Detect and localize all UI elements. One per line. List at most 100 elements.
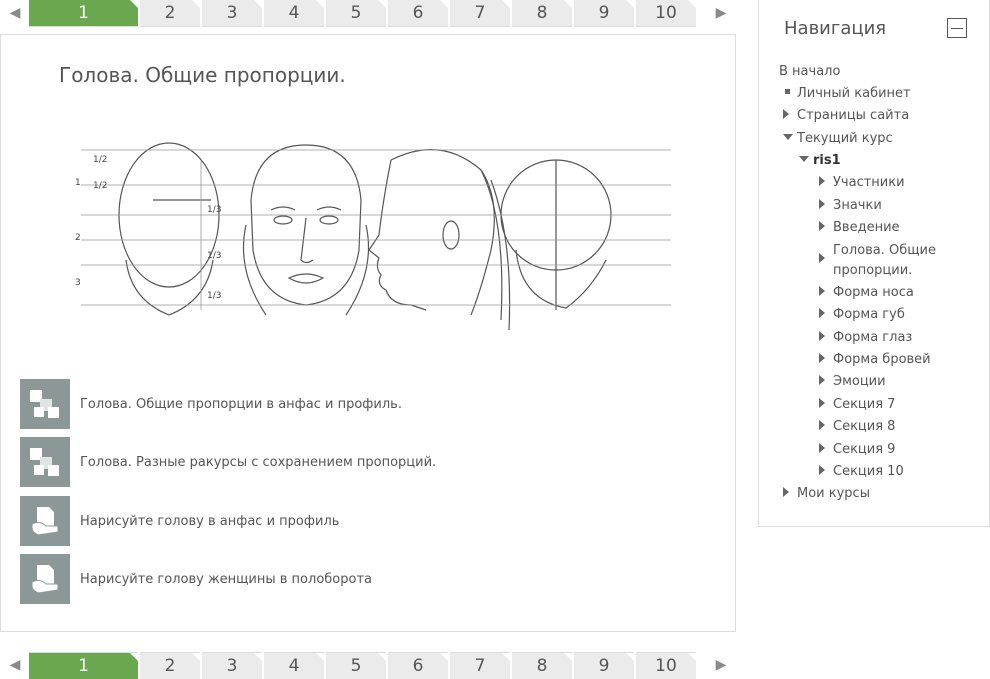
activity-link[interactable]: Голова. Общие пропорции в анфас и профил… bbox=[80, 397, 402, 412]
nav-item-current-course[interactable]: Текущий курс bbox=[783, 128, 893, 150]
nav-item-label[interactable]: Секция 10 bbox=[833, 461, 904, 483]
page-title: Голова. Общие пропорции. bbox=[59, 63, 346, 87]
nav-item-label[interactable]: Секция 7 bbox=[833, 394, 895, 416]
tab-section-6[interactable]: 6 bbox=[388, 0, 448, 27]
tab-section-4[interactable]: 4 bbox=[264, 652, 324, 679]
expand-arrow-icon[interactable] bbox=[819, 199, 825, 209]
nav-item-label[interactable]: Текущий курс bbox=[797, 128, 893, 150]
activity-item[interactable]: Голова. Общие пропорции в анфас и профил… bbox=[20, 379, 402, 429]
nav-item-course-ris1[interactable]: ris1 bbox=[799, 150, 841, 172]
nav-item-section-7[interactable]: Секция 7 bbox=[819, 394, 895, 416]
nav-item-section-8[interactable]: Секция 8 bbox=[819, 416, 895, 438]
collapse-block-icon[interactable] bbox=[947, 18, 967, 38]
nav-item-head-proportions[interactable]: Голова. Общие пропорции. bbox=[819, 241, 953, 281]
nav-item-my-courses[interactable]: Мои курсы bbox=[783, 483, 870, 505]
expand-arrow-icon[interactable] bbox=[819, 353, 825, 363]
tab-section-7[interactable]: 7 bbox=[450, 0, 510, 27]
expand-arrow-icon[interactable] bbox=[819, 176, 825, 186]
expand-arrow-icon[interactable] bbox=[819, 308, 825, 318]
activity-item[interactable]: Нарисуйте голову женщины в полоборота bbox=[20, 554, 372, 604]
activity-item[interactable]: Нарисуйте голову в анфас и профиль bbox=[20, 496, 339, 546]
nav-item-label[interactable]: ris1 bbox=[813, 150, 841, 172]
expand-arrow-icon[interactable] bbox=[819, 420, 825, 430]
expand-arrow-icon[interactable] bbox=[819, 465, 825, 475]
tab-row: 1 2 3 4 5 6 7 8 9 10 bbox=[29, 0, 698, 27]
expand-arrow-icon[interactable] bbox=[819, 286, 825, 296]
nav-item-emotions[interactable]: Эмоции bbox=[819, 371, 886, 393]
nav-item-label[interactable]: Форма губ bbox=[833, 304, 905, 326]
collapse-arrow-icon[interactable] bbox=[799, 156, 809, 162]
nav-item-label[interactable]: Страницы сайта bbox=[797, 105, 909, 127]
activity-link[interactable]: Нарисуйте голову женщины в полоборота bbox=[80, 572, 372, 587]
square-bullet-icon bbox=[785, 89, 790, 94]
section-content: Голова. Общие пропорции. 1/2 1/2 1 2 3 1… bbox=[0, 34, 736, 632]
nav-item-label[interactable]: Эмоции bbox=[833, 371, 886, 393]
collapse-arrow-icon[interactable] bbox=[783, 134, 793, 140]
nav-item-label[interactable]: Введение bbox=[833, 217, 900, 239]
tab-section-4[interactable]: 4 bbox=[264, 0, 324, 27]
nav-home[interactable]: В начало bbox=[779, 61, 840, 83]
nav-item-label[interactable]: Участники bbox=[833, 172, 905, 194]
tab-section-10[interactable]: 10 bbox=[636, 0, 696, 27]
tab-section-1[interactable]: 1 bbox=[29, 652, 138, 679]
activity-link[interactable]: Нарисуйте голову в анфас и профиль bbox=[80, 514, 339, 529]
nav-item-dashboard[interactable]: Личный кабинет bbox=[783, 83, 911, 105]
tab-section-3[interactable]: 3 bbox=[202, 0, 262, 27]
tab-section-1[interactable]: 1 bbox=[29, 0, 138, 27]
nav-item-label[interactable]: Форма носа bbox=[833, 282, 914, 304]
nav-item-label[interactable]: Секция 8 bbox=[833, 416, 895, 438]
nav-item-label[interactable]: Форма бровей bbox=[833, 349, 931, 371]
nav-item-participants[interactable]: Участники bbox=[819, 172, 905, 194]
next-section-arrow-icon[interactable]: ▶ bbox=[710, 652, 732, 678]
nav-item-badges[interactable]: Значки bbox=[819, 195, 882, 217]
nav-item-label[interactable]: Голова. Общие пропорции. bbox=[833, 241, 953, 281]
nav-item-site-pages[interactable]: Страницы сайта bbox=[783, 105, 909, 127]
tab-section-10[interactable]: 10 bbox=[636, 652, 696, 679]
nav-item-lips-shape[interactable]: Форма губ bbox=[819, 304, 905, 326]
expand-arrow-icon[interactable] bbox=[819, 398, 825, 408]
expand-arrow-icon[interactable] bbox=[783, 487, 789, 497]
nav-home-label[interactable]: В начало bbox=[779, 61, 840, 83]
activity-link[interactable]: Голова. Разные ракурсы с сохранением про… bbox=[80, 455, 436, 470]
nav-item-section-9[interactable]: Секция 9 bbox=[819, 439, 895, 461]
expand-arrow-icon[interactable] bbox=[819, 221, 825, 231]
navigation-block: Навигация В начало Личный кабинет Страни… bbox=[758, 0, 990, 527]
tab-section-2[interactable]: 2 bbox=[140, 652, 200, 679]
nav-item-label[interactable]: Мои курсы bbox=[797, 483, 870, 505]
nav-item-eyes-shape[interactable]: Форма глаз bbox=[819, 327, 912, 349]
tab-section-8[interactable]: 8 bbox=[512, 652, 572, 679]
activity-item[interactable]: Голова. Разные ракурсы с сохранением про… bbox=[20, 437, 436, 487]
tab-section-6[interactable]: 6 bbox=[388, 652, 448, 679]
tab-section-9[interactable]: 9 bbox=[574, 652, 634, 679]
nav-item-section-10[interactable]: Секция 10 bbox=[819, 461, 904, 483]
sketch-label: 1 bbox=[75, 178, 81, 188]
tab-section-7[interactable]: 7 bbox=[450, 652, 510, 679]
tab-section-5[interactable]: 5 bbox=[326, 652, 386, 679]
tab-section-9[interactable]: 9 bbox=[574, 0, 634, 27]
sketch-label: 2 bbox=[75, 233, 81, 243]
expand-arrow-icon[interactable] bbox=[819, 375, 825, 385]
tab-section-2[interactable]: 2 bbox=[140, 0, 200, 27]
nav-item-label[interactable]: Личный кабинет bbox=[797, 83, 911, 105]
section-tabs-bottom: ◀ 1 2 3 4 5 6 7 8 9 10 ▶ bbox=[0, 652, 740, 679]
nav-item-nose-shape[interactable]: Форма носа bbox=[819, 282, 914, 304]
expand-arrow-icon[interactable] bbox=[819, 443, 825, 453]
expand-arrow-icon[interactable] bbox=[819, 331, 825, 341]
nav-item-label[interactable]: Секция 9 bbox=[833, 439, 895, 461]
expand-arrow-icon[interactable] bbox=[783, 109, 789, 119]
nav-item-label[interactable]: Значки bbox=[833, 195, 882, 217]
tab-section-3[interactable]: 3 bbox=[202, 652, 262, 679]
tab-section-8[interactable]: 8 bbox=[512, 0, 572, 27]
next-section-arrow-icon[interactable]: ▶ bbox=[710, 0, 732, 26]
nav-item-brows-shape[interactable]: Форма бровей bbox=[819, 349, 931, 371]
prev-section-arrow-icon[interactable]: ◀ bbox=[4, 0, 26, 26]
tab-section-5[interactable]: 5 bbox=[326, 0, 386, 27]
prev-section-arrow-icon[interactable]: ◀ bbox=[4, 652, 26, 678]
sketch-label: 1/2 bbox=[93, 181, 107, 191]
section-tabs-top: ◀ 1 2 3 4 5 6 7 8 9 10 ▶ bbox=[0, 0, 740, 27]
nav-item-label[interactable]: Форма глаз bbox=[833, 327, 912, 349]
nav-item-introduction[interactable]: Введение bbox=[819, 217, 900, 239]
sketch-label: 1/2 bbox=[93, 155, 107, 165]
expand-arrow-icon[interactable] bbox=[819, 253, 825, 263]
sketch-label: 1/3 bbox=[207, 205, 221, 215]
